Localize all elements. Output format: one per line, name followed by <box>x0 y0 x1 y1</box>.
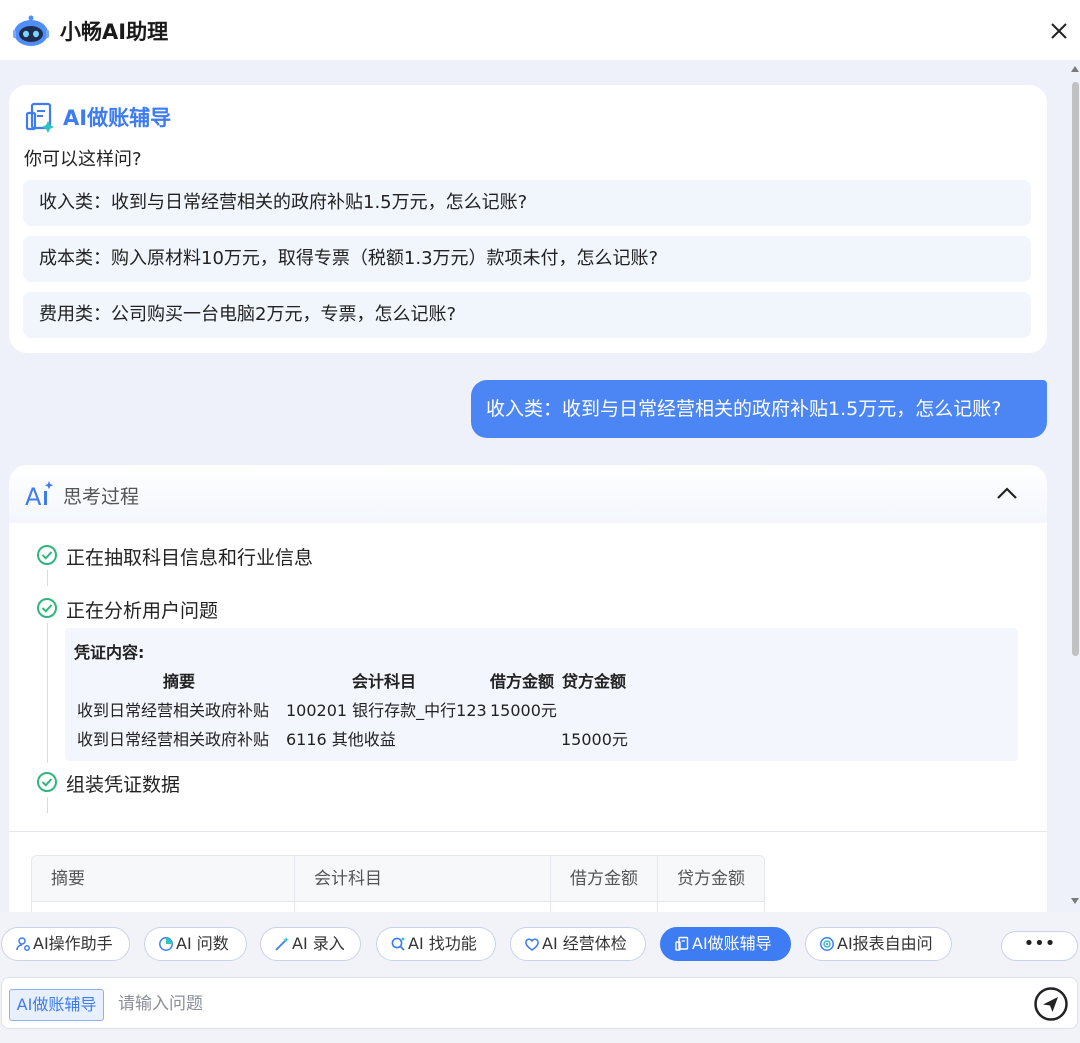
chip-label: AI 找功能 <box>408 934 477 953</box>
step-connector <box>47 570 48 586</box>
close-icon[interactable] <box>1046 18 1072 44</box>
step-connector <box>47 623 48 763</box>
ledger-icon <box>675 936 689 951</box>
more-options-button[interactable]: ••• <box>1001 931 1078 961</box>
chip-label: AI做账辅导 <box>692 934 772 953</box>
scrollbar-thumb[interactable] <box>1072 82 1079 656</box>
check-circle-icon <box>37 545 57 565</box>
voucher-cell: 15000元 <box>490 701 557 720</box>
voucher-content-box: 凭证内容: 摘要 会计科目 借方金额 贷方金额 收到日常经营相关政府补贴 100… <box>65 628 1018 761</box>
thinking-step: 正在分析用户问题 <box>66 600 219 622</box>
svg-text:A: A <box>25 483 42 509</box>
user-cog-icon <box>16 937 30 951</box>
chip-label: AI 经营体检 <box>542 934 627 953</box>
table-header-summary: 摘要 <box>51 869 85 889</box>
suggestion-subtitle: 你可以这样问? <box>24 149 142 170</box>
voucher-cell: 15000元 <box>561 730 628 749</box>
voucher-label: 凭证内容: <box>74 643 145 662</box>
chip-ai-ask-data[interactable]: AI 问数 <box>144 927 247 961</box>
voucher-header-account: 会计科目 <box>352 672 417 691</box>
search-spark-icon <box>391 937 405 951</box>
magic-pen-icon <box>275 937 289 951</box>
suggestion-item[interactable]: 成本类：购入原材料10万元，取得专票（税额1.3万元）款项未付，怎么记账? <box>23 236 1031 282</box>
chip-ai-operation-assistant[interactable]: AI操作助手 <box>1 927 130 961</box>
chart-circle-icon <box>159 937 173 951</box>
ledger-icon <box>25 102 54 133</box>
voucher-header-summary: 摘要 <box>163 672 196 691</box>
thinking-title: 思考过程 <box>63 486 140 508</box>
chip-ai-business-checkup[interactable]: AI 经营体检 <box>510 927 646 961</box>
chip-ai-bookkeeping-tutor[interactable]: AI做账辅导 <box>660 927 791 961</box>
step-connector <box>47 797 48 813</box>
scroll-up-arrow-icon[interactable] <box>1071 66 1079 72</box>
user-message-bubble: 收入类：收到与日常经营相关的政府补贴1.5万元，怎么记账? <box>471 380 1047 438</box>
chip-ai-entry[interactable]: AI 录入 <box>260 927 361 961</box>
suggestion-item[interactable]: 费用类：公司购买一台电脑2万元，专票，怎么记账? <box>23 292 1031 338</box>
table-header-debit: 借方金额 <box>570 869 638 889</box>
chip-label: AI操作助手 <box>33 934 113 953</box>
chip-ai-report-free-ask[interactable]: AI报表自由问 <box>805 927 952 961</box>
thinking-step: 正在抽取科目信息和行业信息 <box>66 547 314 569</box>
check-circle-icon <box>37 598 57 618</box>
app-title: 小畅AI助理 <box>60 20 169 44</box>
chevron-up-icon[interactable] <box>994 482 1020 504</box>
table-header-row: 摘要 会计科目 借方金额 贷方金额 <box>32 856 764 902</box>
suggestion-card: AI做账辅导 你可以这样问? 收入类：收到与日常经营相关的政府补贴1.5万元，怎… <box>9 85 1047 353</box>
voucher-header-debit: 借方金额 <box>490 672 555 691</box>
table-header-account: 会计科目 <box>314 869 382 889</box>
ai-sparkle-icon: A <box>25 481 54 509</box>
chip-ai-find-function[interactable]: AI 找功能 <box>376 927 496 961</box>
suggestion-title: AI做账辅导 <box>63 106 172 130</box>
question-input[interactable] <box>118 988 998 1020</box>
heart-icon <box>525 938 539 951</box>
voucher-header-credit: 贷方金额 <box>562 672 627 691</box>
thinking-header[interactable]: A 思考过程 <box>9 465 1047 523</box>
check-circle-icon <box>37 772 57 792</box>
table-header-credit: 贷方金额 <box>677 869 745 889</box>
robot-logo-icon <box>13 15 49 46</box>
chip-label: AI 录入 <box>292 934 345 953</box>
answer-card: A 思考过程 正在抽取科目信息和行业信息 正在分析用户问题 凭证内容: 摘要 会… <box>9 465 1047 925</box>
voucher-cell: 6116 其他收益 <box>286 730 396 749</box>
voucher-cell: 收到日常经营相关政府补贴 <box>77 730 270 749</box>
chip-label: AI报表自由问 <box>837 934 933 953</box>
target-icon <box>820 937 834 951</box>
voucher-cell: 收到日常经营相关政府补贴 <box>77 701 270 720</box>
chat-input-box: AI做账辅导 <box>1 977 1078 1029</box>
app-header: 小畅AI助理 <box>0 0 1080 60</box>
mode-tag[interactable]: AI做账辅导 <box>9 989 104 1021</box>
divider <box>9 831 1047 832</box>
send-icon[interactable] <box>1033 986 1069 1022</box>
chip-label: AI 问数 <box>176 934 229 953</box>
suggestion-item[interactable]: 收入类：收到与日常经营相关的政府补贴1.5万元，怎么记账? <box>23 180 1031 226</box>
voucher-cell: 100201 银行存款_中行123 <box>286 701 487 720</box>
scroll-down-arrow-icon[interactable] <box>1071 898 1079 904</box>
thinking-step: 组装凭证数据 <box>66 774 181 796</box>
